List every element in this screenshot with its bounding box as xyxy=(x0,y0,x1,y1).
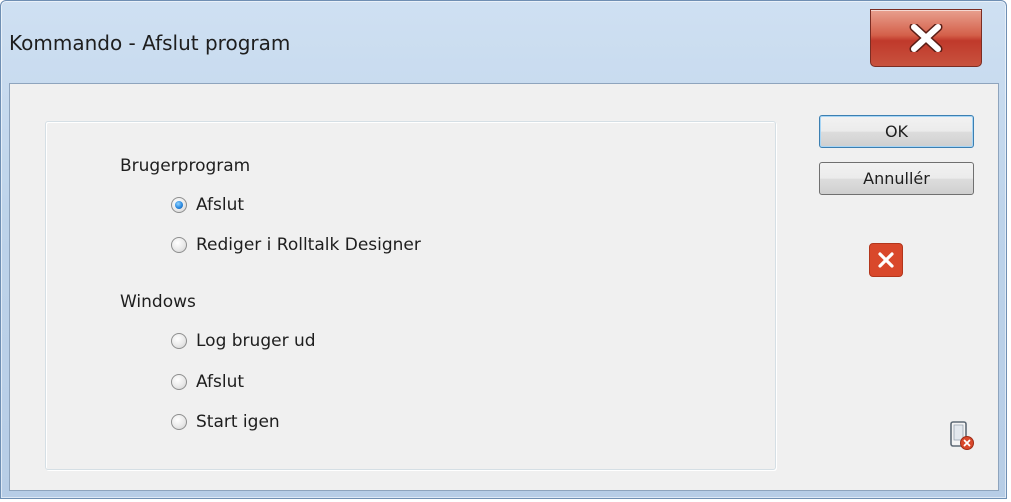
delete-icon xyxy=(878,252,894,268)
radio-label: Afslut xyxy=(196,195,245,215)
group-label-windows: Windows xyxy=(120,292,196,312)
radio-brugerprogram-afslut[interactable]: Afslut xyxy=(171,195,244,215)
dialog-window: Kommando - Afslut program Brugerprogram … xyxy=(0,0,1007,499)
radio-log-bruger-ud[interactable]: Log bruger ud xyxy=(171,331,316,351)
radio-label: Log bruger ud xyxy=(196,331,316,351)
radio-button[interactable] xyxy=(171,414,187,430)
group-label-brugerprogram: Brugerprogram xyxy=(120,156,251,176)
radio-windows-afslut[interactable]: Afslut xyxy=(171,372,244,392)
options-group: Brugerprogram Afslut Rediger i Rolltalk … xyxy=(45,121,776,470)
window-title: Kommando - Afslut program xyxy=(9,31,291,55)
radio-rediger-designer[interactable]: Rediger i Rolltalk Designer xyxy=(171,235,421,255)
radio-label: Start igen xyxy=(196,412,280,432)
cancel-button[interactable]: Annullér xyxy=(819,162,974,195)
radio-start-igen[interactable]: Start igen xyxy=(171,412,280,432)
radio-button-checked[interactable] xyxy=(171,197,187,213)
radio-button[interactable] xyxy=(171,237,187,253)
close-icon xyxy=(909,24,943,52)
radio-label: Rediger i Rolltalk Designer xyxy=(196,235,421,255)
radio-label: Afslut xyxy=(196,372,245,392)
delete-button[interactable] xyxy=(869,243,903,277)
window-close-button[interactable] xyxy=(870,9,982,67)
radio-button[interactable] xyxy=(171,333,187,349)
radio-button[interactable] xyxy=(171,374,187,390)
device-remove-icon[interactable] xyxy=(949,421,975,451)
ok-button[interactable]: OK xyxy=(819,115,974,148)
